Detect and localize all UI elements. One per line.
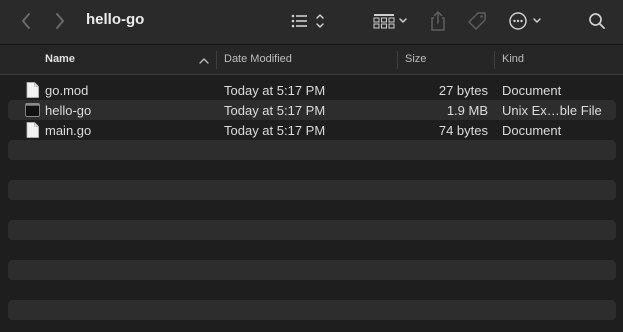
empty-row-stripe [8,260,616,280]
window-title: hello-go [86,11,145,28]
share-icon [431,11,445,31]
file-date: Today at 5:17 PM [224,123,326,138]
executable-icon [25,103,40,117]
view-options-button[interactable] [286,11,328,31]
toolbar: hello-go [0,0,623,45]
empty-row-stripe [8,180,616,200]
file-name: go.mod [45,83,89,98]
column-size-header[interactable]: Size [405,53,426,65]
list-view-icon [291,14,324,28]
search-icon [589,13,605,29]
file-row[interactable]: main.go Today at 5:17 PM 74 bytes Docume… [8,120,616,140]
ellipsis-circle-icon [509,12,541,30]
column-date-header[interactable]: Date Modified [224,53,292,65]
column-divider[interactable] [397,51,398,69]
file-row[interactable]: hello-go Today at 5:17 PM 1.9 MB Unix Ex… [8,100,616,120]
tag-icon [468,12,486,30]
chevron-left-icon [22,13,30,29]
more-actions-button[interactable] [507,10,547,32]
column-kind-header[interactable]: Kind [502,53,524,65]
empty-row-stripe [8,140,616,160]
document-icon [26,82,39,98]
group-grid-icon [373,14,407,29]
column-name-header[interactable]: Name [45,53,75,65]
sort-ascending-icon [199,58,209,64]
file-date: Today at 5:17 PM [224,103,326,118]
file-size: 1.9 MB [446,103,488,118]
group-button[interactable] [370,11,412,31]
file-row[interactable]: go.mod Today at 5:17 PM 27 bytes Documen… [8,80,616,100]
file-kind: Document [502,83,562,98]
file-kind: Unix Ex…ble File [502,103,602,118]
back-button[interactable] [16,11,36,31]
file-size: 74 bytes [438,123,488,138]
file-date: Today at 5:17 PM [224,83,326,98]
file-size: 27 bytes [438,83,488,98]
file-name: hello-go [45,103,92,118]
chevron-right-icon [56,13,64,29]
column-header: Name Date Modified Size Kind [0,45,623,75]
file-kind: Document [502,123,562,138]
empty-row-stripe [8,220,616,240]
search-button[interactable] [587,11,607,31]
forward-button[interactable] [50,11,70,31]
document-icon [26,122,39,138]
column-divider[interactable] [216,51,217,69]
empty-row-stripe [8,300,616,320]
column-divider[interactable] [494,51,495,69]
tag-button[interactable] [466,10,488,32]
file-name: main.go [45,123,92,138]
share-button[interactable] [428,10,448,32]
